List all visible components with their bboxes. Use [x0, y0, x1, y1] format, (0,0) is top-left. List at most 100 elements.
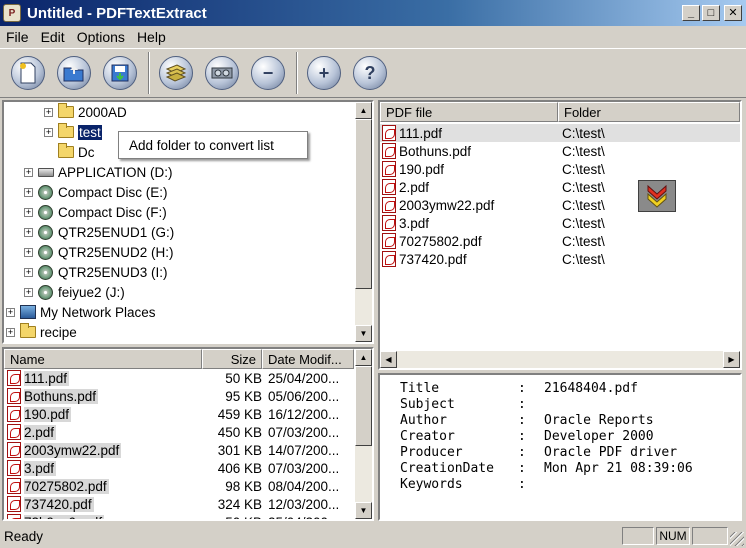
resize-grip-icon[interactable]: [730, 532, 744, 546]
expand-icon[interactable]: +: [44, 107, 53, 117]
tree-scrollbar[interactable]: ▲ ▼: [355, 102, 372, 342]
menu-file[interactable]: File: [0, 29, 35, 45]
file-size: 324 KB: [217, 496, 262, 512]
file-list[interactable]: Name Size Date Modif... 111.pdf 50 KB 25/0…: [2, 347, 374, 521]
open-folder-button[interactable]: [54, 53, 94, 93]
expand-icon[interactable]: +: [6, 327, 15, 337]
add-folder-menu-item[interactable]: Add folder to convert list: [129, 138, 274, 153]
scroll-up-icon[interactable]: ▲: [355, 102, 372, 119]
table-row[interactable]: Bothuns.pdf C:\test\: [380, 142, 740, 160]
remove-icon: −: [251, 56, 285, 90]
expand-icon[interactable]: +: [24, 207, 33, 217]
menu-edit[interactable]: Edit: [35, 29, 71, 45]
help-button[interactable]: ?: [350, 53, 390, 93]
pdf-file-icon: [7, 496, 21, 512]
table-row[interactable]: 737420.pdf C:\test\: [380, 250, 740, 268]
table-row[interactable]: Bothuns.pdf 95 KB 05/06/200...: [4, 387, 352, 405]
scroll-down-icon[interactable]: ▼: [355, 325, 372, 342]
tree-item[interactable]: + 2000AD: [44, 102, 127, 122]
close-button[interactable]: ✕: [724, 5, 742, 21]
column-pdf-file[interactable]: PDF file: [380, 102, 558, 122]
expand-icon[interactable]: +: [6, 307, 15, 317]
file-name: Bothuns.pdf: [24, 388, 99, 404]
menu-help[interactable]: Help: [131, 29, 172, 45]
tree-item[interactable]: + My Network Places: [6, 302, 156, 322]
pdf-file-icon: [382, 233, 396, 249]
file-list-scrollbar[interactable]: ▲ ▼: [355, 349, 372, 519]
remove-button[interactable]: −: [248, 53, 288, 93]
expand-icon[interactable]: +: [24, 287, 33, 297]
scroll-thumb[interactable]: [355, 119, 372, 289]
tree-item-label: Dc: [78, 144, 95, 160]
context-menu[interactable]: Add folder to convert list: [118, 131, 308, 159]
table-row[interactable]: 70275802.pdf 98 KB 08/04/200...: [4, 477, 352, 495]
maximize-button[interactable]: □: [702, 5, 720, 21]
tree-item[interactable]: + QTR25ENUD3 (I:): [24, 262, 168, 282]
settings-button[interactable]: [202, 53, 242, 93]
table-row[interactable]: 111.pdf C:\test\: [380, 124, 740, 142]
tree-item-label: QTR25ENUD1 (G:): [58, 224, 175, 240]
convert-button[interactable]: [156, 53, 196, 93]
expand-icon[interactable]: +: [24, 167, 33, 177]
table-row[interactable]: 3.pdf 406 KB 07/03/200...: [4, 459, 352, 477]
table-row[interactable]: 190.pdf C:\test\: [380, 160, 740, 178]
save-icon: [103, 56, 137, 90]
start-convert-button[interactable]: [638, 180, 676, 212]
expand-icon[interactable]: +: [24, 187, 33, 197]
tree-item[interactable]: + APPLICATION (D:): [24, 162, 173, 182]
file-size: 50 KB: [225, 370, 262, 386]
column-size[interactable]: Size: [202, 349, 262, 369]
tree-item[interactable]: + QTR25ENUD1 (G:): [24, 222, 174, 242]
info-separator: :: [518, 381, 526, 396]
folder-icon: [20, 323, 36, 338]
expand-icon[interactable]: +: [24, 227, 33, 237]
pdf-folder: C:\test\: [562, 161, 605, 177]
pdf-file-icon: [382, 251, 396, 267]
expand-icon[interactable]: +: [44, 127, 53, 137]
tree-item[interactable]: + Compact Disc (E:): [24, 182, 168, 202]
toolbar: − + ?: [0, 48, 746, 98]
table-row[interactable]: 73b9ey6r.pdf 50 KB25/04/200...: [4, 513, 352, 520]
tree-item-label: test: [78, 124, 102, 140]
save-button[interactable]: [100, 53, 140, 93]
table-row[interactable]: 190.pdf 459 KB 16/12/200...: [4, 405, 352, 423]
table-row[interactable]: 2.pdf 450 KB 07/03/200...: [4, 423, 352, 441]
file-size: 50 KB: [202, 515, 262, 520]
minimize-button[interactable]: _: [682, 5, 700, 21]
cd-icon: [38, 225, 54, 240]
tree-item[interactable]: + QTR25ENUD2 (H:): [24, 242, 174, 262]
file-size: 406 KB: [217, 460, 262, 476]
table-row[interactable]: 2003ymw22.pdf C:\test\: [380, 196, 740, 214]
add-button[interactable]: +: [304, 53, 344, 93]
table-row[interactable]: 2003ymw22.pdf 301 KB 14/07/200...: [4, 441, 352, 459]
scroll-thumb[interactable]: [355, 366, 372, 446]
table-row[interactable]: 737420.pdf 324 KB 12/03/200...: [4, 495, 352, 513]
pdf-file-icon: [382, 125, 396, 141]
tree-item[interactable]: + feiyue2 (J:): [24, 282, 125, 302]
table-row[interactable]: 111.pdf 50 KB 25/04/200...: [4, 369, 352, 387]
file-name: 2003ymw22.pdf: [24, 442, 122, 458]
column-name[interactable]: Name: [4, 349, 202, 369]
scroll-down-icon[interactable]: ▼: [355, 502, 372, 519]
scroll-up-icon[interactable]: ▲: [355, 349, 372, 366]
title-bar[interactable]: P Untitled - PDFTextExtract _ □ ✕: [0, 0, 746, 26]
menu-options[interactable]: Options: [71, 29, 131, 45]
column-folder[interactable]: Folder: [558, 102, 740, 122]
table-row[interactable]: 3.pdf C:\test\: [380, 214, 740, 232]
scroll-left-icon[interactable]: ◀: [380, 351, 397, 368]
table-row[interactable]: 2.pdf C:\test\: [380, 178, 740, 196]
pdf-convert-list[interactable]: PDF file Folder 111.pdf C:\test\ Bothuns.p…: [378, 100, 742, 370]
tree-item[interactable]: + recipe: [6, 322, 77, 342]
new-document-button[interactable]: [8, 53, 48, 93]
table-row[interactable]: 70275802.pdf C:\test\: [380, 232, 740, 250]
tree-item[interactable]: + Compact Disc (F:): [24, 202, 167, 222]
tree-item-selected[interactable]: + test: [44, 122, 102, 142]
expand-icon[interactable]: +: [24, 247, 33, 257]
folder-icon: [58, 103, 74, 118]
expand-icon[interactable]: +: [24, 267, 33, 277]
scroll-right-icon[interactable]: ▶: [723, 351, 740, 368]
tree-item[interactable]: Dc: [58, 142, 95, 162]
column-date[interactable]: Date Modif...: [262, 349, 354, 369]
pdf-list-hscrollbar[interactable]: ◀ ▶: [380, 351, 740, 368]
cd-icon: [38, 245, 54, 260]
